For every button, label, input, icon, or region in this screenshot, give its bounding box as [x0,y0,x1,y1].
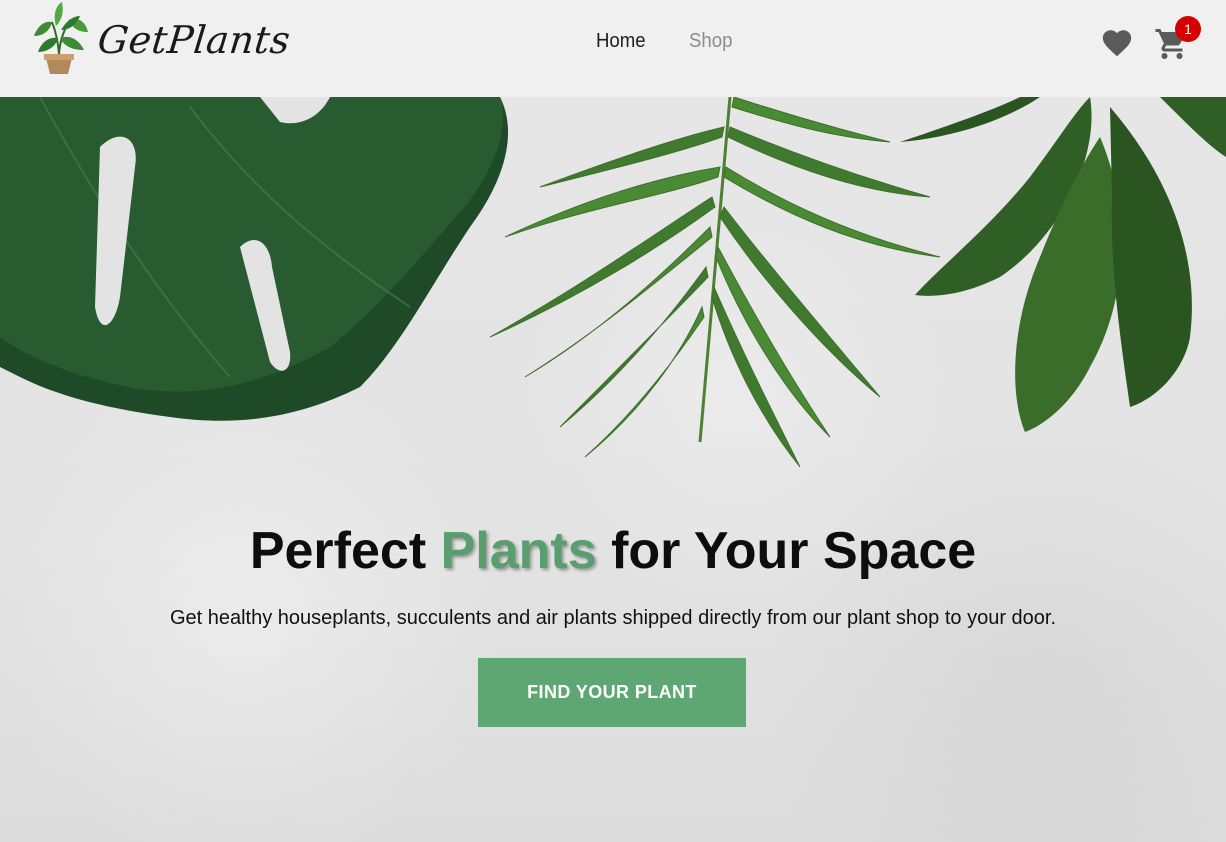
hero-section: Perfect Plants for Your Space Get health… [0,97,1226,842]
hero-title-tail: for Your Space [596,522,977,580]
brand-name: GetPlants [95,18,293,62]
hero-title: Perfect Plants for Your Space [0,521,1226,581]
find-your-plant-button[interactable]: FIND YOUR PLANT [478,658,746,727]
monstera-leaf [0,97,509,421]
palm-frond [489,97,941,468]
nav-link-home[interactable]: Home [596,30,646,53]
brand-link[interactable]: GetPlants [28,0,293,80]
long-leaves [900,97,1226,432]
navbar: GetPlants Home Shop 1 [0,0,1226,97]
hero-subtitle: Get healthy houseplants, succulents and … [169,607,1057,629]
nav-link-shop[interactable]: Shop [689,30,732,53]
heart-icon[interactable] [1100,26,1134,60]
hero-title-accent: Plants [440,522,597,580]
main-nav: Home Shop [596,30,736,53]
leaves-decoration [0,97,1226,468]
hero-title-lead: Perfect [249,522,441,580]
potted-plant-icon [34,2,88,74]
cart-count-badge: 1 [1175,16,1201,42]
